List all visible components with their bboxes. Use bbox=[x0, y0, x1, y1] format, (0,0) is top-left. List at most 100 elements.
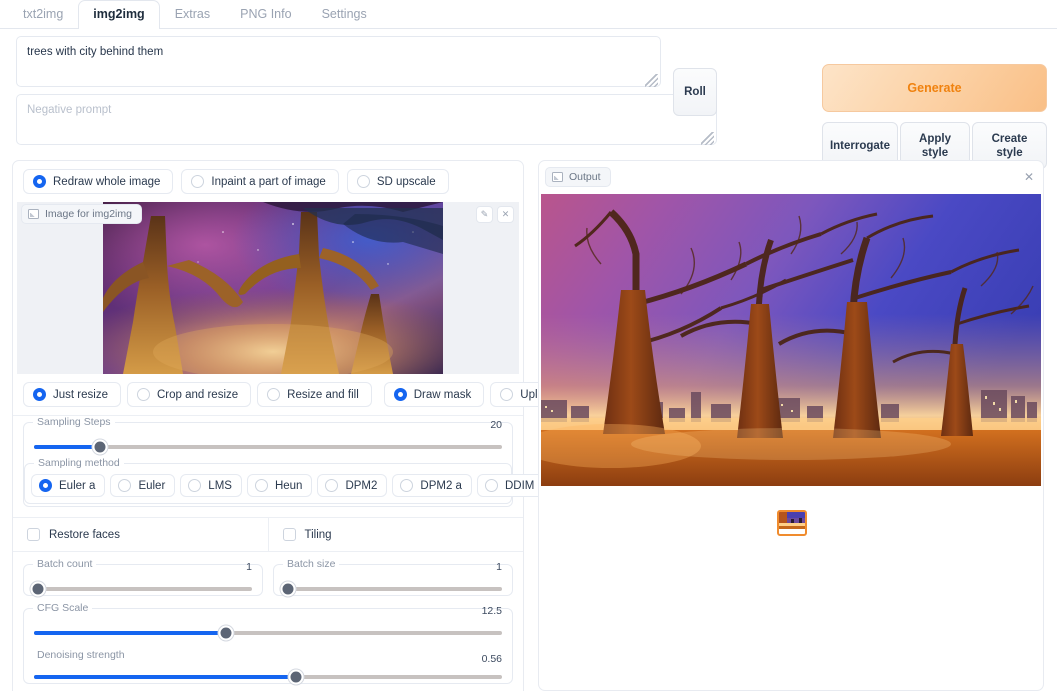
apply-style-label-line2: style bbox=[921, 146, 949, 159]
mode-option-label: Redraw whole image bbox=[53, 175, 161, 188]
radio-dot-icon bbox=[33, 175, 46, 188]
resize-and-mask-radio-groups: Just resize Crop and resize Resize and f… bbox=[13, 374, 601, 415]
resize-crop-and-resize[interactable]: Crop and resize bbox=[126, 382, 252, 407]
sampler-label: DDIM bbox=[504, 479, 535, 492]
slider-knob[interactable] bbox=[218, 625, 234, 641]
mode-inpaint-part[interactable]: Inpaint a part of image bbox=[181, 169, 339, 194]
sampling-steps-value: 20 bbox=[490, 419, 502, 431]
output-panel: Output ✕ bbox=[538, 160, 1044, 691]
image-tool-buttons: ✎ ✕ bbox=[476, 206, 514, 223]
image-for-img2img-dropzone[interactable]: Image for img2img ✎ ✕ bbox=[17, 202, 519, 374]
create-style-label-line1: Create bbox=[991, 132, 1028, 145]
mask-draw-mask[interactable]: Draw mask bbox=[383, 382, 485, 407]
radio-dot-icon bbox=[325, 479, 339, 492]
tab-txt2img[interactable]: txt2img bbox=[8, 0, 78, 28]
cfg-scale-value: 12.5 bbox=[481, 605, 502, 617]
batch-count-value: 1 bbox=[246, 561, 252, 573]
output-thumbnail[interactable] bbox=[777, 510, 807, 536]
output-label-badge: Output bbox=[545, 167, 611, 187]
mode-sd-upscale[interactable]: SD upscale bbox=[346, 169, 449, 194]
close-icon[interactable]: ✕ bbox=[497, 206, 514, 223]
slider-knob[interactable] bbox=[30, 581, 46, 597]
denoising-strength-slider[interactable]: Denoising strength 0.56 bbox=[24, 649, 512, 685]
restore-faces-label: Restore faces bbox=[49, 528, 120, 541]
generate-button[interactable]: Generate bbox=[822, 64, 1047, 112]
mode-redraw-whole-image[interactable]: Redraw whole image bbox=[23, 169, 174, 194]
sampler-lms[interactable]: LMS bbox=[180, 474, 242, 497]
mask-option-label: Draw mask bbox=[413, 388, 472, 401]
sampler-euler-a[interactable]: Euler a bbox=[31, 474, 106, 497]
generated-image bbox=[541, 194, 1041, 486]
mode-option-label: Inpaint a part of image bbox=[211, 175, 326, 188]
close-icon[interactable]: ✕ bbox=[1024, 170, 1034, 184]
slider-knob[interactable] bbox=[288, 669, 304, 685]
radio-dot-icon bbox=[393, 388, 407, 401]
sampling-steps-label: Sampling Steps bbox=[33, 416, 115, 428]
radio-dot-icon bbox=[191, 175, 205, 188]
slider-fill bbox=[34, 631, 226, 635]
resize-option-label: Resize and fill bbox=[287, 388, 359, 401]
apply-style-label-line1: Apply bbox=[919, 132, 951, 145]
denoising-strength-track[interactable] bbox=[34, 669, 502, 685]
source-image-preview bbox=[103, 202, 443, 374]
radio-dot-icon bbox=[356, 175, 370, 188]
tab-img2img[interactable]: img2img bbox=[78, 0, 160, 29]
denoising-strength-label: Denoising strength bbox=[33, 649, 129, 661]
radio-dot-icon bbox=[500, 388, 514, 401]
create-style-label-line2: style bbox=[996, 146, 1023, 159]
tab-png-info[interactable]: PNG Info bbox=[225, 0, 306, 28]
resize-resize-and-fill[interactable]: Resize and fill bbox=[257, 382, 372, 407]
prompt-input[interactable] bbox=[16, 36, 661, 87]
batch-size-track[interactable] bbox=[280, 581, 502, 597]
sampler-label: Heun bbox=[274, 479, 303, 492]
sampler-ddim[interactable]: DDIM bbox=[476, 474, 545, 497]
radio-dot-icon bbox=[136, 388, 150, 401]
batch-row: Batch count 1 Batch size 1 bbox=[13, 558, 523, 598]
main-tab-bar: txt2img img2img Extras PNG Info Settings bbox=[0, 0, 1057, 29]
radio-dot-icon bbox=[484, 479, 498, 492]
sampling-method-group: Sampling method Euler a Euler LMS Heun D… bbox=[24, 457, 545, 504]
radio-dot-icon bbox=[118, 479, 132, 492]
sampler-euler[interactable]: Euler bbox=[110, 474, 176, 497]
slider-knob[interactable] bbox=[280, 581, 296, 597]
restore-faces-toggle[interactable]: Restore faces bbox=[13, 518, 268, 551]
slider-fill bbox=[34, 445, 100, 449]
batch-count-track[interactable] bbox=[30, 581, 252, 597]
sampler-label: Euler a bbox=[59, 479, 96, 492]
output-header: Output ✕ bbox=[539, 161, 1043, 193]
checkbox-icon[interactable] bbox=[282, 528, 296, 541]
image-icon bbox=[28, 209, 39, 219]
resize-just-resize[interactable]: Just resize bbox=[23, 382, 121, 407]
tab-settings[interactable]: Settings bbox=[307, 0, 382, 28]
resize-option-label: Crop and resize bbox=[156, 388, 239, 401]
cfg-scale-track[interactable] bbox=[34, 625, 502, 641]
cfg-scale-label: CFG Scale bbox=[33, 602, 93, 614]
batch-count-slider[interactable]: Batch count 1 bbox=[23, 558, 263, 597]
img2img-app: txt2img img2img Extras PNG Info Settings… bbox=[0, 0, 1057, 691]
sampling-steps-track[interactable] bbox=[34, 439, 502, 455]
sampler-heun[interactable]: Heun bbox=[246, 474, 313, 497]
pencil-icon[interactable]: ✎ bbox=[476, 206, 493, 223]
mode-option-label: SD upscale bbox=[376, 175, 436, 188]
sampler-label: LMS bbox=[208, 479, 232, 492]
tiling-label: Tiling bbox=[304, 528, 332, 541]
checkbox-icon[interactable] bbox=[27, 528, 40, 541]
sampling-steps-slider[interactable]: Sampling Steps 20 Sampling method Euler … bbox=[23, 416, 545, 507]
toggle-row: Restore faces Tiling bbox=[13, 518, 523, 551]
roll-button[interactable]: Roll bbox=[673, 68, 717, 116]
prompt-zone: Roll Generate Interrogate Apply style Cr… bbox=[0, 30, 1057, 169]
output-image-frame[interactable] bbox=[541, 194, 1041, 486]
cfg-scale-slider[interactable]: CFG Scale 12.5 Denoising strength 0.56 bbox=[23, 602, 513, 685]
tab-extras[interactable]: Extras bbox=[160, 0, 225, 28]
slider-knob[interactable] bbox=[92, 439, 108, 455]
batch-size-slider[interactable]: Batch size 1 bbox=[273, 558, 513, 597]
tiling-toggle[interactable]: Tiling bbox=[267, 518, 524, 551]
sampling-method-label: Sampling method bbox=[34, 457, 124, 469]
negative-prompt-input[interactable] bbox=[16, 94, 717, 145]
thumbnail-image bbox=[779, 512, 805, 529]
sampler-label: DPM2 a bbox=[420, 479, 462, 492]
batch-count-label: Batch count bbox=[33, 558, 97, 570]
sampler-dpm2[interactable]: DPM2 bbox=[317, 474, 388, 497]
radio-dot-icon bbox=[254, 479, 268, 492]
sampler-dpm2-a[interactable]: DPM2 a bbox=[392, 474, 472, 497]
